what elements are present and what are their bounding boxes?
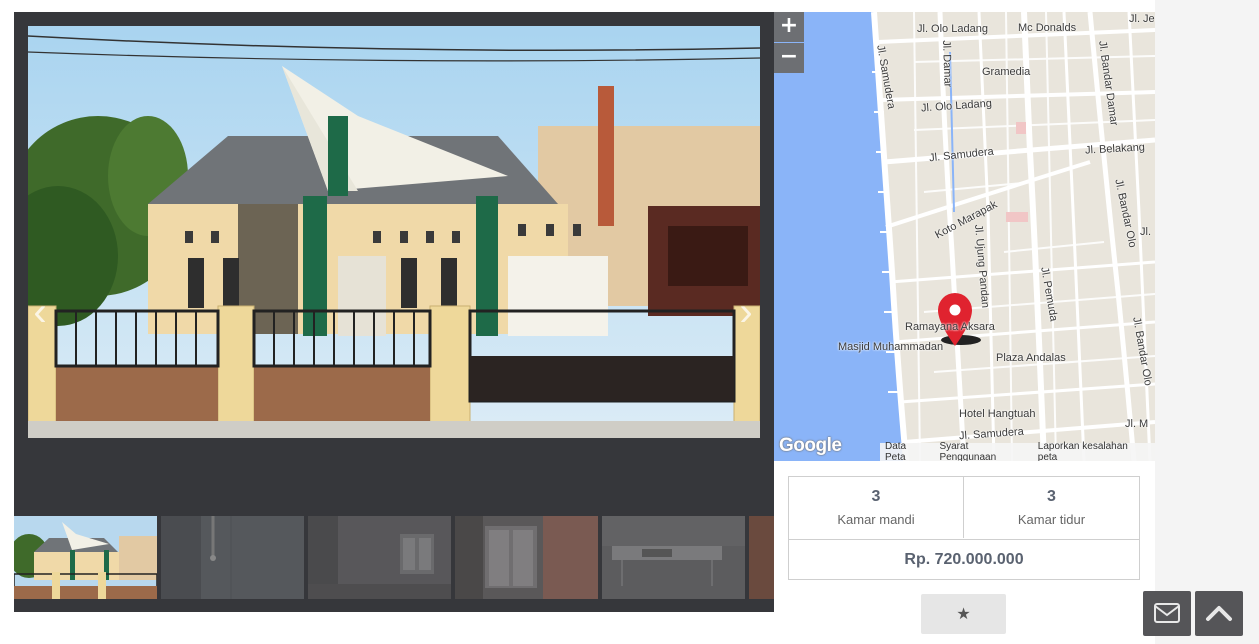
thumb-bathroom-shower[interactable]: [161, 516, 304, 599]
property-price: Rp. 720.000.000: [789, 539, 1139, 580]
map-label-olo-ladang: Jl. Olo Ladang: [917, 23, 988, 35]
google-logo[interactable]: Google: [779, 435, 842, 457]
thumb-house-front[interactable]: [14, 516, 157, 599]
map-label-masjid: Masjid Muhammadan: [838, 341, 944, 353]
thumb-partial[interactable]: [749, 516, 774, 599]
map-footer: Data Peta Syarat Penggunaan Laporkan kes…: [880, 441, 1155, 461]
thumb-kitchen[interactable]: [602, 516, 745, 599]
map-label-plaza-andalas: Plaza Andalas: [996, 352, 1066, 364]
bedrooms-cell: 3 Kamar tidur: [964, 477, 1139, 538]
map-label-je: Jl. Je: [1129, 13, 1155, 25]
map-zoom-in-button[interactable]: +: [774, 12, 804, 42]
chevron-up-icon: [1206, 606, 1232, 621]
bedrooms-label: Kamar tidur: [1017, 512, 1086, 527]
map-label-jl: Jl.: [1140, 226, 1151, 238]
map-data-link[interactable]: Data Peta: [880, 441, 934, 461]
map-label-mc-donalds: Mc Donalds: [1018, 22, 1077, 34]
favorite-button[interactable]: ★: [921, 594, 1006, 634]
location-map[interactable]: Jl. Olo Ladang Mc Donalds Jl. Je Jl. Sam…: [774, 12, 1155, 461]
bathrooms-count: 3: [871, 488, 881, 505]
main-photo[interactable]: [28, 26, 760, 438]
map-label-jl-m: Jl. M: [1125, 418, 1149, 430]
gallery-prev-arrow[interactable]: ‹: [28, 292, 52, 332]
property-details: 3 Kamar mandi 3 Kamar tidur Rp. 720.000.…: [788, 476, 1140, 580]
gallery-next-arrow[interactable]: ›: [734, 292, 758, 332]
star-icon: ★: [956, 604, 971, 623]
page-gutter: [1155, 0, 1259, 644]
map-label-damar: Jl. Damar: [940, 40, 954, 88]
map-terms-link[interactable]: Syarat Penggunaan: [934, 441, 1032, 461]
contact-mail-button[interactable]: [1143, 591, 1191, 636]
map-report-link[interactable]: Laporkan kesalahan peta: [1033, 441, 1155, 461]
map-label-gramedia: Gramedia: [982, 66, 1031, 78]
bathrooms-label: Kamar mandi: [837, 512, 915, 527]
scroll-to-top-button[interactable]: [1195, 591, 1243, 636]
bedrooms-count: 3: [1047, 488, 1056, 505]
map-canvas: [774, 12, 1155, 461]
thumbnail-strip: [14, 516, 774, 600]
thumb-room-door[interactable]: [455, 516, 598, 599]
map-label-ramayana: Ramayana Aksara: [905, 321, 995, 333]
bathrooms-cell: 3 Kamar mandi: [789, 477, 964, 538]
envelope-icon: [1154, 603, 1180, 623]
map-zoom-out-button[interactable]: −: [774, 43, 804, 73]
thumb-room-window[interactable]: [308, 516, 451, 599]
house-photo: [28, 26, 760, 438]
photo-gallery: ‹ ›: [14, 12, 774, 612]
map-label-hotel-hangtuah: Hotel Hangtuah: [959, 408, 1036, 420]
